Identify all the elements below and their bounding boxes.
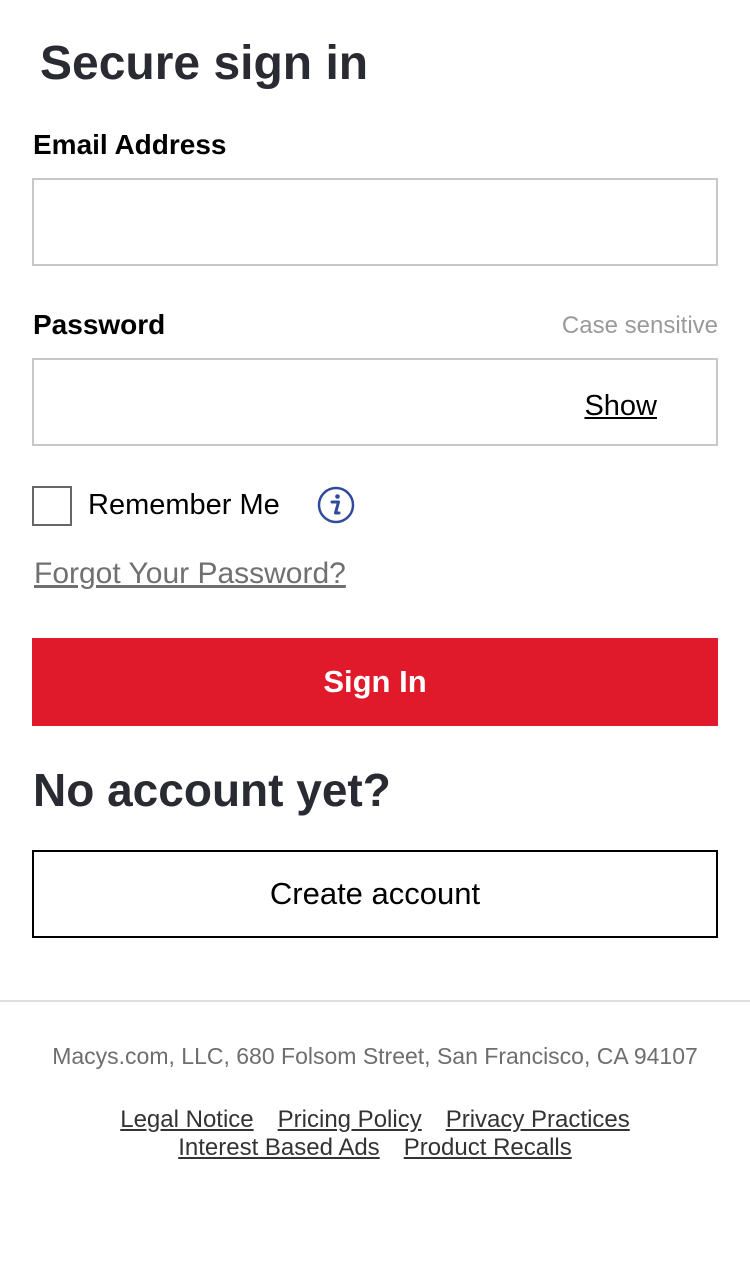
footer-address: Macys.com, LLC, 680 Folsom Street, San F… [52, 1043, 698, 1069]
password-label: Password [33, 309, 166, 340]
page-title: Secure sign in [40, 37, 369, 90]
pricing-policy-link[interactable]: Pricing Policy [278, 1106, 422, 1133]
footer-links-row-2: Interest Based Ads Product Recalls [0, 1134, 750, 1162]
sign-in-button[interactable]: Sign In [32, 638, 718, 726]
show-password-toggle[interactable]: Show [584, 388, 657, 424]
remember-me-checkbox[interactable] [32, 486, 72, 526]
footer-links-row-1: Legal Notice Pricing Policy Privacy Practi… [0, 1106, 750, 1134]
email-field[interactable] [32, 178, 718, 266]
legal-notice-link[interactable]: Legal Notice [120, 1106, 253, 1133]
info-icon[interactable] [317, 486, 355, 524]
create-account-button[interactable]: Create account [32, 850, 718, 938]
remember-me-label: Remember Me [88, 489, 280, 521]
footer-divider [0, 1000, 750, 1002]
email-label: Email Address [33, 129, 227, 160]
no-account-heading: No account yet? [33, 764, 391, 816]
case-sensitive-hint: Case sensitive [561, 312, 718, 339]
forgot-password-link[interactable]: Forgot Your Password? [34, 555, 346, 593]
privacy-practices-link[interactable]: Privacy Practices [446, 1106, 630, 1133]
interest-based-ads-link[interactable]: Interest Based Ads [178, 1134, 379, 1161]
product-recalls-link[interactable]: Product Recalls [404, 1134, 572, 1161]
